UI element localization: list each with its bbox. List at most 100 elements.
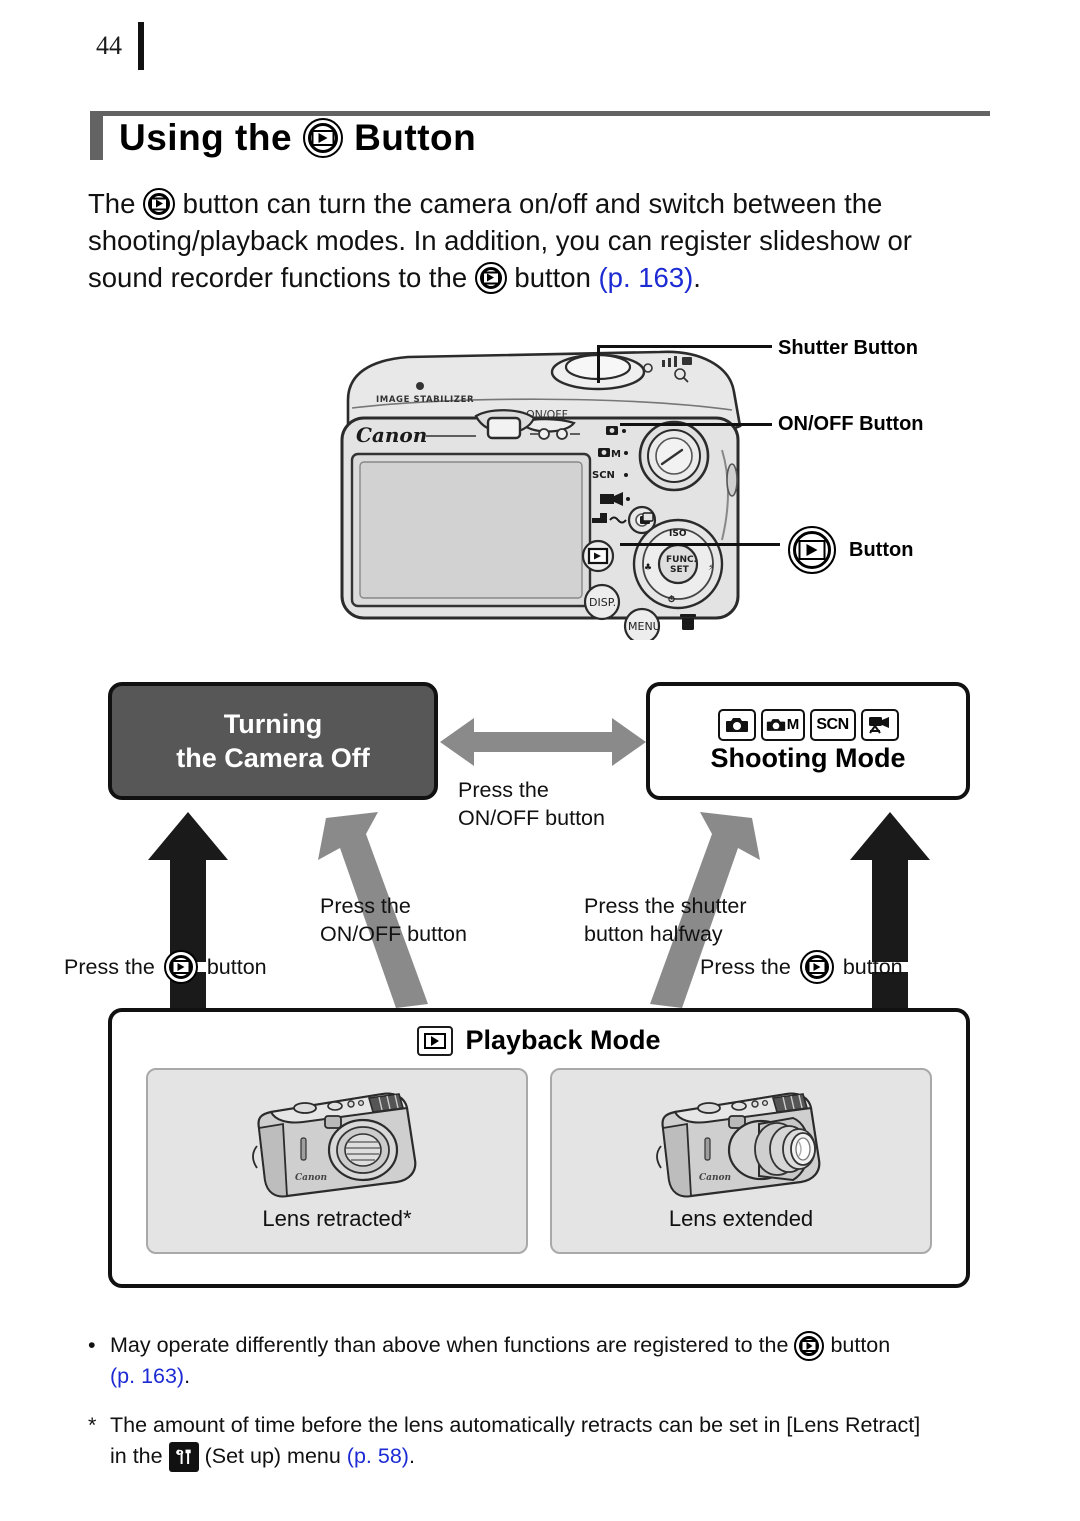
camera-lens-retracted: Canon (252, 1092, 417, 1198)
off-box-line1: Turning (223, 709, 323, 739)
playback-button-icon (794, 1330, 825, 1361)
svg-text:DISP.: DISP. (589, 596, 616, 609)
title-before: Using the (119, 117, 293, 158)
footnote-asterisk-line2-b: (Set up) menu (204, 1444, 341, 1468)
page-reference-163[interactable]: (p. 163) (599, 259, 694, 296)
camera-auto-icon (717, 708, 756, 741)
camera-back-illustration: IMAGE STABILIZER ON/OFF Canon M SCN FUNC… (330, 330, 760, 645)
playback-button-icon (788, 526, 836, 574)
label-center-line2: ON/OFF button (458, 806, 605, 830)
footnote-asterisk-line1: The amount of time before the lens autom… (110, 1410, 1008, 1441)
svg-text:Canon: Canon (356, 423, 427, 447)
leader-line-onoff (620, 423, 772, 426)
footnote-asterisk-line2: in the (Set up) menu (p. 58). (110, 1441, 1008, 1472)
scn-text: SCN (816, 715, 849, 733)
page-title: Using the Button (90, 116, 476, 160)
intro-line3-b: button (514, 262, 591, 293)
svg-text:SCN: SCN (592, 470, 615, 481)
svg-text:⚡: ⚡ (708, 563, 714, 573)
footnote-bullet-line2: (p. 163). (110, 1361, 1008, 1392)
movie-icon (860, 708, 899, 741)
svg-text:Canon: Canon (295, 1173, 327, 1183)
arrow-playback-to-shooting-up (850, 812, 930, 962)
camera-lens-extended: Canon (656, 1092, 821, 1198)
footnote-asterisk-mark: * (88, 1413, 97, 1437)
footnote-bullet-line1: May operate differently than above when … (110, 1330, 1008, 1361)
label-press-onoff-center: Press the ON/OFF button (458, 776, 605, 832)
playback-mode-box: Playback Mode Canon Lens retracted* Cano… (108, 1008, 970, 1288)
intro-line1-b: button can turn the camera on/off and sw… (182, 188, 883, 219)
footnote-bullet: • May operate differently than above whe… (88, 1330, 1008, 1392)
turning-camera-off-box: Turning the Camera Off (108, 682, 438, 800)
label-right-mid-line1: Press the shutter (584, 894, 747, 918)
playback-mode-label: Playback Mode (465, 1025, 661, 1055)
footnote-asterisk-line2-end: . (408, 1444, 415, 1468)
page-reference-58[interactable]: (p. 58) (347, 1441, 409, 1472)
label-left-mid-line1: Press the (320, 894, 411, 918)
label-right-bottom-before: Press the (700, 955, 791, 979)
label-right-bottom-after: button (842, 955, 903, 979)
intro-line3-end: . (693, 262, 701, 293)
camera-manual-icon: M (760, 708, 805, 741)
svg-text:FUNC.: FUNC. (666, 555, 697, 565)
label-press-playback-right: Press the button (700, 950, 903, 984)
label-center-line1: Press the (458, 778, 549, 802)
label-left-mid-line2: ON/OFF button (320, 922, 467, 946)
svg-text:Canon: Canon (699, 1173, 731, 1183)
intro-line2-text: shooting/playback modes. In addition, yo… (88, 225, 912, 256)
playback-button-icon (163, 950, 198, 984)
svg-text:♣: ♣ (644, 563, 652, 573)
intro-line-1: The button can turn the camera on/off an… (88, 185, 988, 222)
callout-playback-button: Button (788, 526, 913, 574)
arrow-playback-to-off-up (148, 812, 228, 962)
shooting-mode-box: M SCN Shooting Mode (646, 682, 970, 800)
playback-button-icon (303, 118, 344, 158)
footnote-asterisk: * The amount of time before the lens aut… (88, 1410, 1008, 1472)
page-number: 44 (96, 31, 122, 60)
playback-button-icon (143, 187, 176, 220)
leader-line-playback (620, 543, 780, 546)
mode-flow-diagram: Turning the Camera Off M SCN Shooting Mo… (64, 672, 992, 1297)
svg-text:ISO: ISO (669, 529, 687, 539)
callout-playback-label: Button (849, 538, 914, 561)
label-press-onoff-left: Press the ON/OFF button (320, 892, 467, 948)
page-reference-163[interactable]: (p. 163) (110, 1361, 184, 1392)
intro-line-2: shooting/playback modes. In addition, yo… (88, 222, 988, 259)
label-left-bottom-before: Press the (64, 955, 155, 979)
panel-caption-extended: Lens extended (668, 1206, 814, 1231)
leader-line-shutter-h (597, 345, 772, 348)
camera-callouts: Shutter Button ON/OFF Button Button (770, 330, 1070, 580)
label-press-shutter-right: Press the shutter button halfway (584, 892, 747, 948)
page-number-rule (138, 22, 144, 70)
panel-caption-retracted: Lens retracted* (262, 1206, 412, 1231)
callout-onoff-button: ON/OFF Button (778, 413, 924, 435)
title-after: Button (354, 117, 477, 158)
label-right-mid-line2: button halfway (584, 922, 723, 946)
playback-square-icon (417, 1025, 454, 1056)
svg-text:IMAGE STABILIZER: IMAGE STABILIZER (376, 395, 474, 405)
title-text: Using the Button (119, 117, 476, 159)
footnote-bullet-line2-end: . (184, 1364, 191, 1388)
playback-mode-header: Playback Mode (112, 1025, 966, 1056)
off-box-line2: the Camera Off (176, 743, 370, 773)
leader-line-shutter-v (597, 345, 600, 383)
svg-text:MENU: MENU (628, 620, 661, 633)
footnote-bullet-text-b: button (830, 1333, 891, 1357)
shooting-mode-icons: M SCN (717, 708, 899, 741)
footnote-bullet-text-a: May operate differently than above when … (110, 1333, 789, 1357)
footnotes: • May operate differently than above whe… (88, 1330, 1008, 1490)
panel-lens-retracted: Canon Lens retracted* (146, 1068, 528, 1254)
intro-line1-a: The (88, 188, 136, 219)
manual-mode-letter: M (786, 716, 800, 733)
svg-text:SET: SET (670, 565, 690, 575)
label-left-bottom-after: button (206, 955, 267, 979)
playback-button-icon (474, 261, 507, 294)
playback-button-icon (799, 950, 834, 984)
svg-text:M: M (611, 449, 621, 460)
playback-panels: Canon Lens retracted* Canon Lens extende… (112, 1068, 966, 1254)
panel-lens-extended: Canon Lens extended (550, 1068, 932, 1254)
intro-paragraph: The button can turn the camera on/off an… (88, 185, 988, 296)
page-number-block: 44 (96, 22, 144, 70)
label-press-playback-left: Press the button (64, 950, 267, 984)
shooting-mode-label: Shooting Mode (710, 742, 906, 773)
